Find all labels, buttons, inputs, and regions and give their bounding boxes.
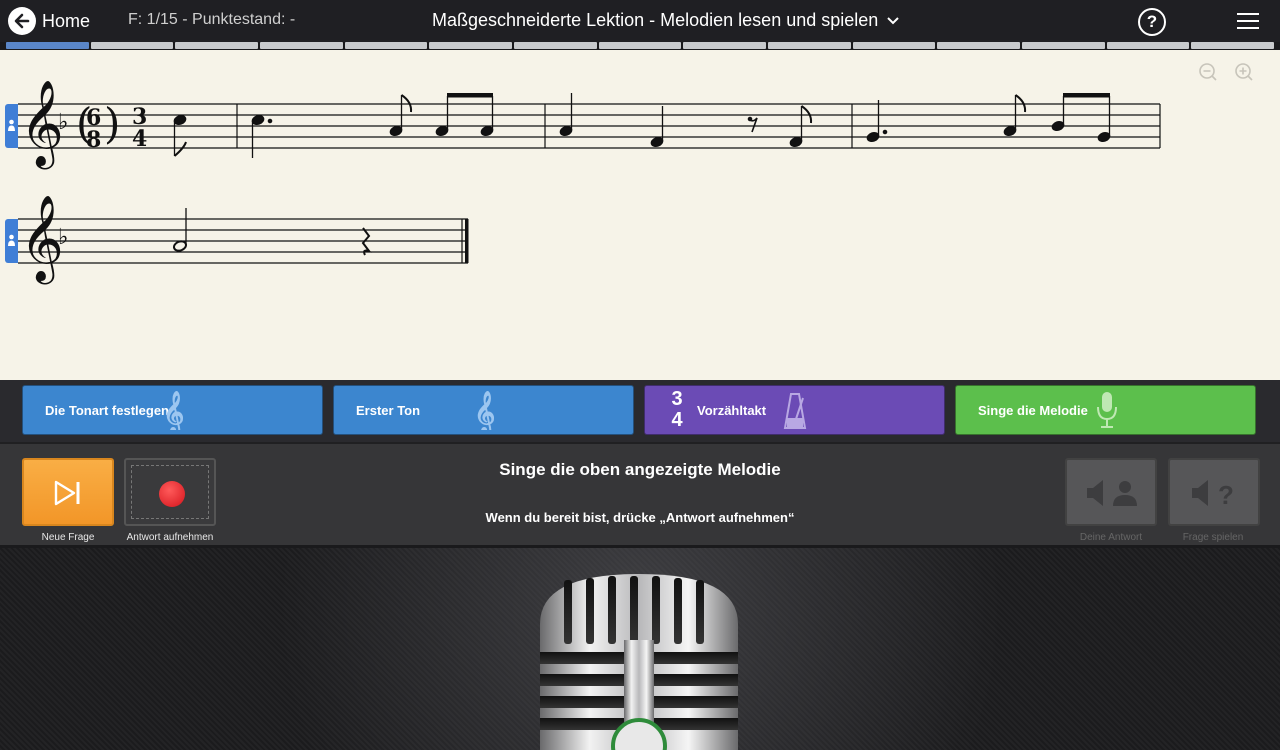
progress-segment bbox=[852, 42, 936, 49]
record-answer-label: Antwort aufnehmen bbox=[126, 532, 214, 543]
speaker-person-icon bbox=[1087, 480, 1137, 506]
progress-segment bbox=[514, 42, 597, 49]
play-question-label: Frage spielen bbox=[1182, 532, 1244, 543]
progress-segment bbox=[683, 42, 767, 49]
step-label: Erster Ton bbox=[356, 402, 421, 418]
progress-segment bbox=[1191, 42, 1275, 49]
flat-icon: ♭ bbox=[58, 110, 68, 135]
microphone-icon bbox=[540, 574, 738, 750]
music-score: 𝄞 𝄞 ♭ ♭ ( 6 8 ) 3 4 bbox=[18, 80, 1161, 285]
control-panel: Neue Frage Antwort aufnehmen Singe die o… bbox=[0, 442, 1280, 548]
progress-segment bbox=[429, 42, 513, 49]
step-set-key[interactable]: Die Tonart festlegen 𝄞 bbox=[22, 385, 323, 435]
svg-text:𝄞: 𝄞 bbox=[163, 390, 183, 430]
progress-segment bbox=[1022, 42, 1105, 49]
progress-segment bbox=[90, 42, 174, 49]
flat-icon: ♭ bbox=[58, 225, 68, 250]
speaker-question-icon: ? bbox=[1192, 480, 1234, 508]
microphone-icon bbox=[1097, 392, 1117, 428]
microphone-area bbox=[0, 548, 1280, 750]
svg-text:): ) bbox=[104, 99, 120, 148]
progress-segment bbox=[1106, 42, 1190, 49]
top-bar: Home F: 1/15 - Punktestand: - Maßgeschne… bbox=[0, 0, 1280, 42]
home-label: Home bbox=[42, 10, 91, 31]
play-question-button[interactable]: ? bbox=[1168, 458, 1260, 526]
question-progress-bar bbox=[6, 42, 1275, 50]
progress-segment bbox=[344, 42, 428, 49]
step-sing-melody[interactable]: Singe die Melodie bbox=[955, 385, 1256, 435]
back-arrow-icon bbox=[8, 7, 36, 35]
your-answer-button[interactable] bbox=[1065, 458, 1157, 526]
help-icon: ? bbox=[1146, 12, 1158, 31]
hamburger-icon bbox=[1237, 13, 1259, 15]
step-label: Singe die Melodie bbox=[978, 402, 1088, 418]
chevron-down-icon bbox=[887, 16, 899, 24]
step-label: Die Tonart festlegen bbox=[45, 402, 170, 418]
progress-segment bbox=[6, 42, 89, 49]
metronome-icon bbox=[783, 393, 807, 429]
home-button[interactable]: Home bbox=[8, 7, 90, 35]
treble-clef-icon: 𝄞 bbox=[474, 390, 494, 430]
question-info: F: 1/15 - Punktestand: - bbox=[128, 11, 296, 28]
progress-segment bbox=[768, 42, 851, 49]
step-count-in[interactable]: 34 Vorzähltakt bbox=[644, 385, 945, 435]
steps-bar: Die Tonart festlegen 𝄞 Erster Ton 𝄞 34 V… bbox=[0, 380, 1280, 442]
progress-segment bbox=[175, 42, 259, 49]
help-button[interactable]: ? bbox=[1138, 8, 1166, 36]
time-signature-bottom: 4 bbox=[132, 126, 147, 152]
progress-segment bbox=[260, 42, 343, 49]
step-label: Vorzähltakt bbox=[697, 402, 767, 418]
lesson-title-dropdown[interactable]: Maßgeschneiderte Lektion - Melodien lese… bbox=[432, 10, 900, 31]
step-first-tone[interactable]: Erster Ton 𝄞 bbox=[333, 385, 634, 435]
menu-button[interactable] bbox=[1237, 13, 1259, 29]
note bbox=[172, 240, 188, 252]
svg-text:?: ? bbox=[1218, 480, 1234, 508]
progress-segment bbox=[598, 42, 682, 49]
time-signature-alt-bottom: 8 bbox=[86, 127, 101, 153]
skip-forward-icon bbox=[54, 480, 80, 506]
time-signature-icon: 34 bbox=[671, 388, 683, 431]
record-icon bbox=[159, 481, 185, 507]
treble-clef-icon: 𝄞 bbox=[163, 390, 183, 430]
lesson-title: Maßgeschneiderte Lektion - Melodien lese… bbox=[432, 10, 879, 30]
svg-text:𝄞: 𝄞 bbox=[474, 390, 494, 430]
progress-segment bbox=[937, 42, 1021, 49]
